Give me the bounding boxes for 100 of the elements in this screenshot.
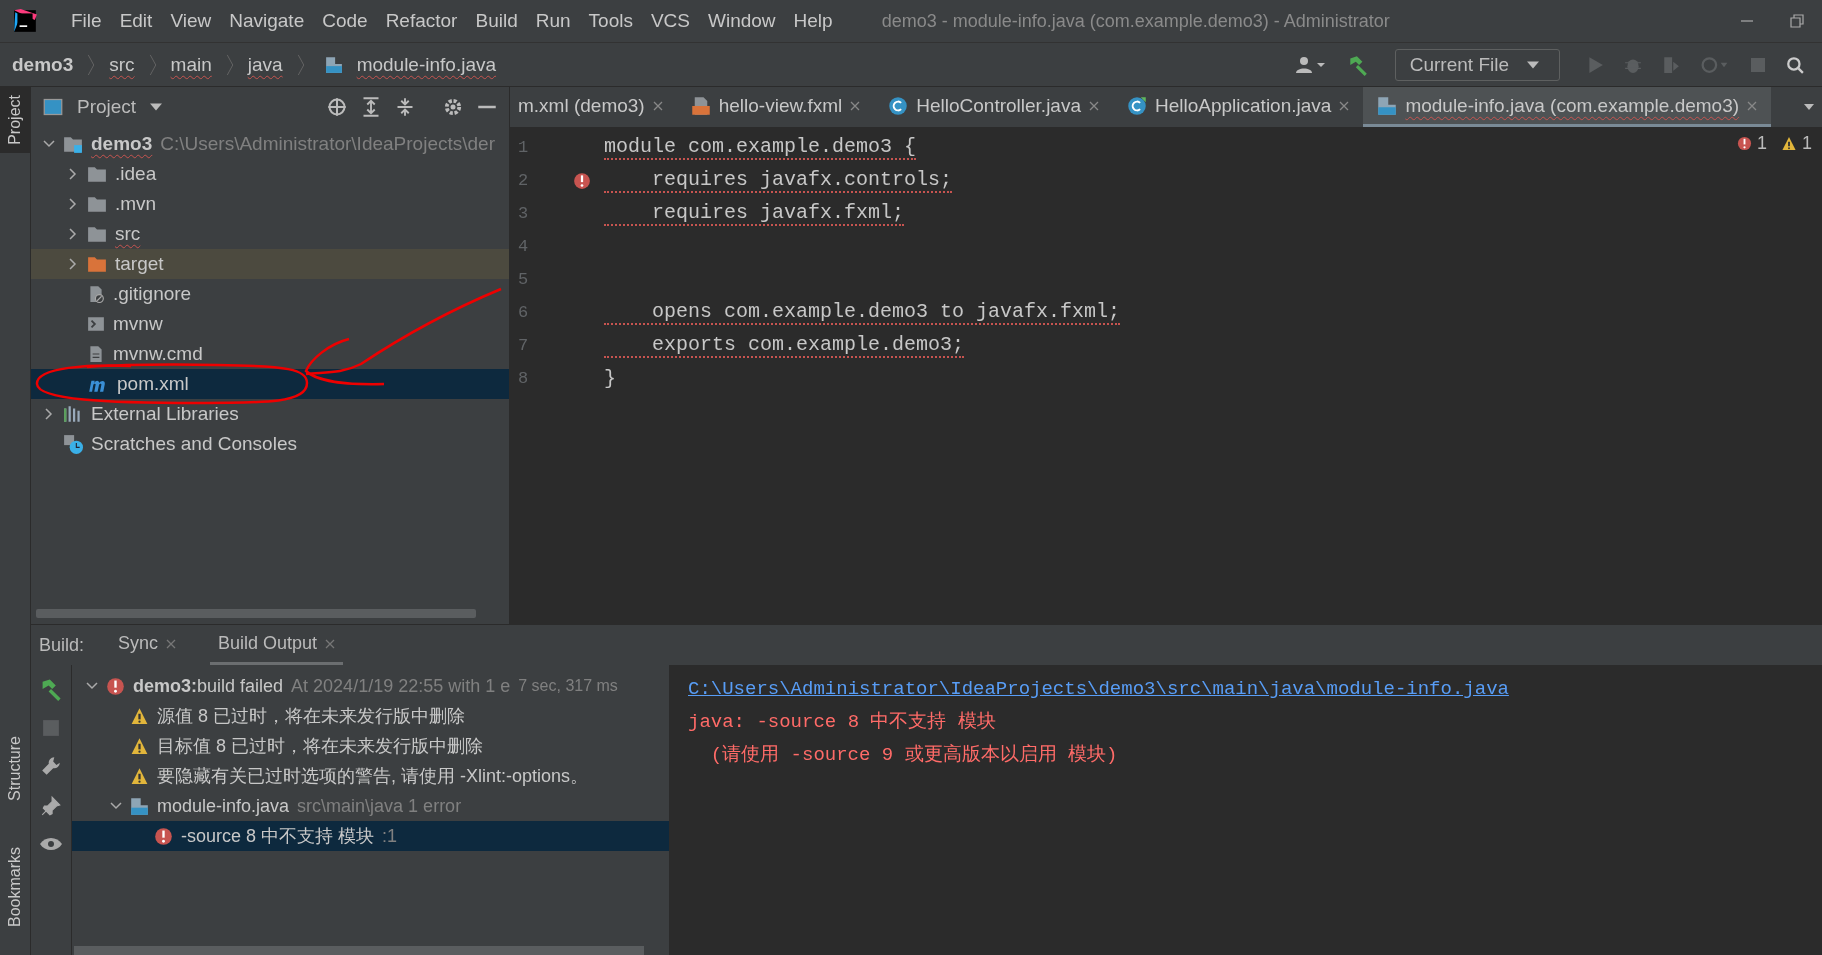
menu-item[interactable]: Help [784,10,842,32]
error-count[interactable]: 1 [1756,133,1767,154]
close-icon[interactable] [1089,100,1099,111]
menu-item[interactable]: Navigate [220,10,314,32]
scrollbar[interactable] [36,609,476,618]
build-tree-item[interactable]: -source 8 中不支持 模块 :1 [72,821,669,851]
chevron-icon [148,53,157,76]
chevron-right-icon[interactable] [43,408,55,420]
script-file-icon [87,315,105,333]
search-icon[interactable] [1786,55,1804,74]
side-tab[interactable]: Project [0,87,30,153]
restore-icon[interactable] [1790,14,1804,28]
breadcrumb[interactable]: demo3 [12,53,74,76]
chevron-down-icon[interactable] [110,800,122,812]
warning-icon [130,737,149,755]
folder-icon [87,195,107,213]
caret-icon [150,103,163,111]
warning-count[interactable]: 1 [1802,133,1812,154]
editor-tab[interactable]: HelloController.java [874,87,1113,127]
build-tree-item[interactable]: module-info.java src\main\java 1 error [72,791,669,821]
menu-item[interactable]: View [161,10,221,32]
wrench-icon[interactable] [40,755,62,777]
settings-icon[interactable] [443,97,463,117]
close-icon[interactable] [850,100,861,111]
run-configuration-dropdown[interactable]: Current File [1394,48,1560,81]
build-tree-item[interactable]: demo3:build failed At 2024/1/19 22:55 with 1 e 7 sec, 317 ms [72,671,669,701]
menu-item[interactable]: File [62,10,111,32]
code-text: module com.example.demo3 { [604,135,917,160]
side-tab[interactable]: Bookmarks [0,838,30,935]
tree-item[interactable]: mvnw.cmd [31,339,509,369]
line-number: 6 [517,303,530,322]
tree-item[interactable]: demo3 C:\Users\Administrator\IdeaProjects\der [31,129,509,159]
tabs-menu-icon[interactable] [1804,104,1814,110]
close-icon[interactable] [166,638,177,649]
chevron-right-icon[interactable] [67,168,79,180]
editor-tab[interactable]: m.xml (demo3) [510,87,677,127]
folder-icon [87,255,107,273]
menu-item[interactable]: Code [313,10,377,32]
expand-all-icon[interactable] [361,97,381,117]
project-view-dropdown[interactable]: Project [77,96,163,118]
menu-item[interactable]: Window [699,10,785,32]
menu-item[interactable]: Refactor [376,10,467,32]
line-number: 5 [517,270,530,289]
editor-tab[interactable]: hello-view.fxml [676,87,875,127]
class-icon [1127,95,1147,116]
menu-item[interactable]: Build [466,10,527,32]
error-icon[interactable] [1736,136,1752,151]
file-link[interactable]: C:\Users\Administrator\IdeaProjects\demo3\src\main\java\module-info.java [688,673,1509,706]
collapse-all-icon[interactable] [395,97,415,117]
breadcrumb[interactable]: main [170,53,212,76]
build-tree-item[interactable]: 要隐藏有关已过时选项的警告, 请使用 -Xlint:-options。 [72,761,669,791]
tree-item[interactable]: target [31,249,509,279]
pin-icon[interactable] [40,795,62,817]
build-tab[interactable]: Sync [110,625,185,665]
close-icon[interactable] [652,100,663,111]
warning-icon [130,707,149,725]
tree-item[interactable]: External Libraries [31,399,509,429]
tree-item[interactable]: pom.xml [31,369,509,399]
tree-item[interactable]: .idea [31,159,509,189]
project-path: C:\Users\Administrator\IdeaProjects\der [160,133,495,155]
scrollbar[interactable] [74,946,644,955]
breadcrumb[interactable]: java [247,53,283,76]
module-file-icon [1377,95,1398,116]
menu-item[interactable]: Edit [110,10,162,32]
menu-item[interactable]: VCS [641,10,699,32]
breadcrumb[interactable]: module-info.java [356,53,497,76]
chevron-down-icon[interactable] [86,680,98,692]
warning-icon [130,767,149,785]
libraries-icon [63,405,83,423]
chevron-right-icon[interactable] [67,198,79,210]
tree-item[interactable]: mvnw [31,309,509,339]
code-text: requires javafx.fxml; [604,201,905,226]
side-tab[interactable]: Structure [0,728,30,809]
editor-tab[interactable]: HelloApplication.java [1113,87,1364,127]
line-number: 4 [517,237,530,256]
tree-item[interactable]: .gitignore [31,279,509,309]
tree-item[interactable]: Scratches and Consoles [31,429,509,459]
line-number: 3 [517,204,530,223]
chevron-icon [87,53,96,76]
locate-icon[interactable] [327,97,347,117]
line-number: 7 [517,336,530,355]
close-icon[interactable] [325,638,336,649]
warning-icon[interactable] [1781,136,1797,151]
editor-tab[interactable]: module-info.java (com.example.demo3) [1363,87,1772,127]
chevron-down-icon[interactable] [43,138,55,150]
folder-icon [87,225,107,243]
build-tree-item[interactable]: 目标值 8 已过时，将在未来发行版中删除 [72,731,669,761]
file-icon [87,345,105,363]
chevron-right-icon[interactable] [67,228,79,240]
close-icon[interactable] [1339,100,1350,111]
build-tree-item[interactable]: 源值 8 已过时，将在未来发行版中删除 [72,701,669,731]
app-logo-icon [12,8,38,34]
tree-item[interactable]: src [31,219,509,249]
chevron-right-icon[interactable] [67,258,79,270]
build-tab[interactable]: Build Output [210,625,344,665]
breadcrumb[interactable]: src [109,53,135,76]
menu-item[interactable]: Run [526,10,580,32]
menu-item[interactable]: Tools [579,10,642,32]
panel-icon [43,97,63,117]
tree-item[interactable]: .mvn [31,189,509,219]
